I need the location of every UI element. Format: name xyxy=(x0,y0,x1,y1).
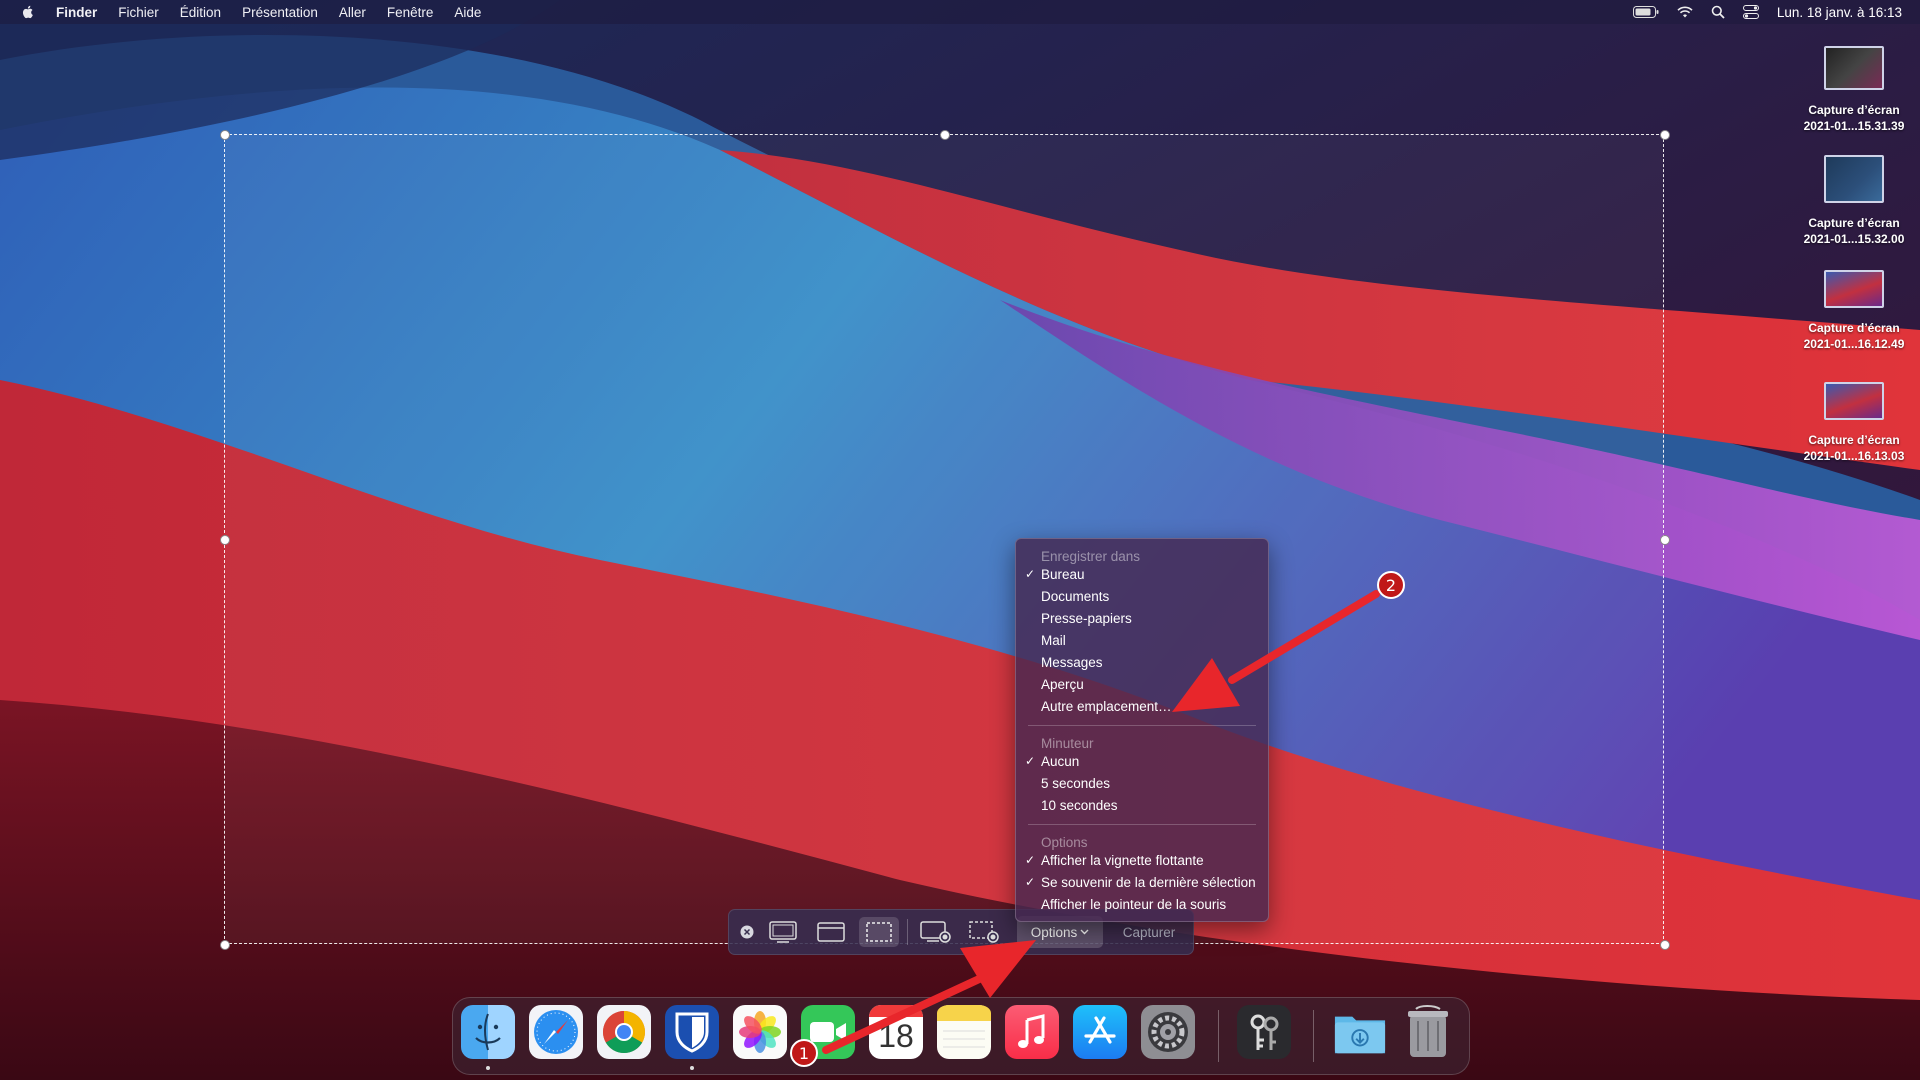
annotation-arrows xyxy=(822,590,1380,1054)
wifi-icon[interactable] xyxy=(1677,6,1693,18)
menu-fenetre[interactable]: Fenêtre xyxy=(387,5,434,20)
annotation-badge-1: 1 xyxy=(790,1039,818,1067)
annotation-arrowhead-1 xyxy=(960,940,1036,998)
battery-icon[interactable] xyxy=(1632,6,1659,18)
annotation-arrow-2 xyxy=(1228,590,1380,684)
menu-aide[interactable]: Aide xyxy=(454,5,481,20)
annotation-badge-2: 2 xyxy=(1377,571,1405,599)
menu-aller[interactable]: Aller xyxy=(339,5,366,20)
menu-fichier[interactable]: Fichier xyxy=(118,5,159,20)
menu-bar-clock[interactable]: Lun. 18 janv. à 16:13 xyxy=(1777,5,1902,20)
control-center-icon[interactable] xyxy=(1742,5,1759,19)
menu-bar-status-area: Lun. 18 janv. à 16:13 xyxy=(1632,0,1902,24)
menu-edition[interactable]: Édition xyxy=(180,5,221,20)
menu-bar: Finder Fichier Édition Présentation Alle… xyxy=(0,0,1920,24)
annotation-arrow-1 xyxy=(822,970,994,1054)
annotation-arrowhead-2 xyxy=(1172,658,1240,712)
spotlight-search-icon[interactable] xyxy=(1711,5,1725,19)
menu-finder[interactable]: Finder xyxy=(56,5,97,20)
menu-presentation[interactable]: Présentation xyxy=(242,5,318,20)
apple-logo-icon[interactable] xyxy=(20,4,36,20)
